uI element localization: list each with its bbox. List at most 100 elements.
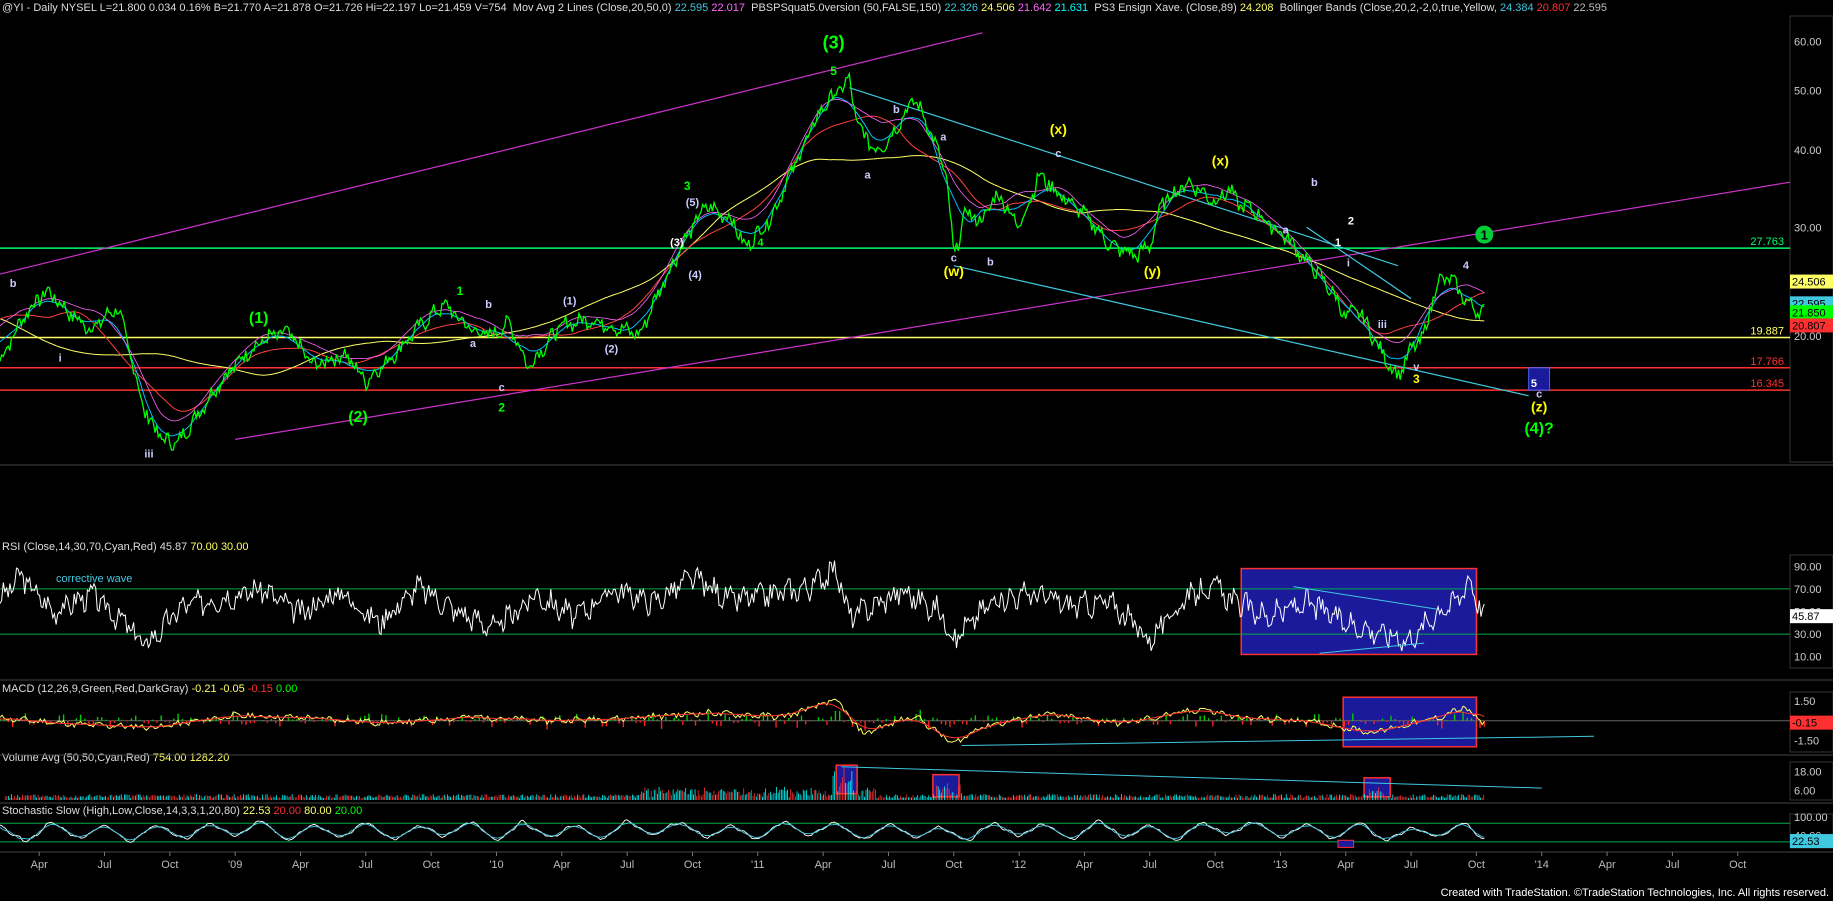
wave-label-1: 5 bbox=[830, 64, 837, 78]
wave-label-8: (2) bbox=[605, 344, 619, 356]
wave-label-11: a bbox=[470, 338, 477, 350]
time-label-10: Oct bbox=[684, 859, 701, 871]
time-label-16: Apr bbox=[1076, 859, 1093, 871]
wave-label-3: (5) bbox=[686, 197, 700, 209]
wave-label-33: i bbox=[1347, 258, 1350, 270]
wave-label-17: i bbox=[59, 352, 62, 364]
ma150-line bbox=[0, 155, 1485, 376]
price-tick-label-0: 60.00 bbox=[1794, 37, 1822, 49]
downtrend-bottom-line bbox=[953, 265, 1529, 397]
time-label-20: Apr bbox=[1337, 859, 1354, 871]
price-line bbox=[0, 71, 1485, 451]
time-label-17: Jul bbox=[1143, 859, 1157, 871]
wave-label-16: b bbox=[10, 278, 17, 290]
time-label-24: Apr bbox=[1599, 859, 1616, 871]
pbs-line bbox=[0, 98, 1485, 422]
rsi-tick-label-4: 10.00 bbox=[1794, 652, 1822, 664]
stochastic-current-label: 22.53 bbox=[1792, 836, 1820, 848]
volume-tick-label-0: 18.00 bbox=[1794, 767, 1822, 779]
price-tick-label-4: 20.00 bbox=[1794, 331, 1822, 343]
rsi-tick-label-0: 90.00 bbox=[1794, 561, 1822, 573]
rsi-current-label: 45.87 bbox=[1792, 611, 1820, 623]
time-label-0: Apr bbox=[31, 859, 48, 871]
time-label-3: '09 bbox=[228, 859, 242, 871]
level-label-2: 17.766 bbox=[1750, 356, 1784, 368]
wave-label-12: c bbox=[499, 382, 505, 394]
price-tick-label-1: 50.00 bbox=[1794, 85, 1822, 97]
macd-current-label: -0.15 bbox=[1792, 718, 1817, 730]
wave-label-40: (z) bbox=[1531, 398, 1547, 414]
wave-label-26: c bbox=[1055, 148, 1061, 160]
wave-label-28: (x) bbox=[1212, 152, 1229, 168]
wave-label-13: 2 bbox=[498, 400, 505, 414]
level-label-3: 16.345 bbox=[1750, 378, 1784, 390]
wave-label-18: iii bbox=[144, 449, 153, 461]
volume-tick-label-1: 6.00 bbox=[1794, 786, 1815, 798]
time-label-13: Jul bbox=[881, 859, 895, 871]
price-tick-label-3: 30.00 bbox=[1794, 222, 1822, 234]
chart-window: @YI - Daily NYSEL L=21.800 0.034 0.16% B… bbox=[0, 0, 1833, 901]
wave-label-9: 1 bbox=[457, 284, 464, 298]
wave-label-31: 1 bbox=[1335, 237, 1341, 249]
chart-canvas: 60.00 50.00 40.00 30.00 20.00 27.763 19.887 17.… bbox=[0, 15, 1833, 871]
wave-label-24: b bbox=[987, 257, 994, 269]
rsi-tick-label-1: 70.00 bbox=[1794, 584, 1822, 596]
wave-label-7: (1) bbox=[563, 295, 577, 307]
time-label-25: Jul bbox=[1665, 859, 1679, 871]
time-label-4: Apr bbox=[292, 859, 309, 871]
time-label-5: Jul bbox=[359, 859, 373, 871]
time-label-7: '10 bbox=[489, 859, 503, 871]
footer-credit: Created with TradeStation. ©TradeStation… bbox=[1440, 887, 1829, 899]
wave-label-23: (w) bbox=[944, 263, 964, 279]
wave-label-4: (3) bbox=[670, 237, 684, 249]
time-label-14: Oct bbox=[945, 859, 962, 871]
ma20-line bbox=[0, 97, 1485, 437]
wave-label-29: b bbox=[1311, 177, 1318, 189]
wave-label-0: (3) bbox=[823, 32, 845, 52]
price-tick-label-2: 40.00 bbox=[1794, 145, 1822, 157]
level-label-1: 19.887 bbox=[1750, 326, 1784, 338]
price-tag-label-0: 24.506 bbox=[1792, 277, 1826, 289]
time-label-23: '14 bbox=[1535, 859, 1549, 871]
wave-label-6: 4 bbox=[757, 237, 764, 249]
rsi-tick-label-3: 30.00 bbox=[1794, 629, 1822, 641]
macd-tick-label-0: 1.50 bbox=[1794, 696, 1815, 708]
wave-label-2: 3 bbox=[684, 179, 691, 193]
wave-label-37: 4 bbox=[1463, 260, 1470, 272]
time-label-8: Apr bbox=[553, 859, 570, 871]
time-label-21: Jul bbox=[1404, 859, 1418, 871]
macd-trendline bbox=[961, 735, 1595, 746]
time-label-12: Apr bbox=[815, 859, 832, 871]
wave-label-5: (4) bbox=[688, 269, 702, 281]
wave-label-27: (y) bbox=[1144, 263, 1161, 279]
wave-label-20: a bbox=[864, 169, 871, 181]
time-label-1: Jul bbox=[97, 859, 111, 871]
time-label-22: Oct bbox=[1468, 859, 1485, 871]
wave-label-21: a bbox=[940, 131, 947, 143]
wave-label-25: (x) bbox=[1050, 121, 1067, 137]
price-axis-area bbox=[1789, 15, 1833, 463]
wave-label-34: iii bbox=[1378, 319, 1387, 331]
time-label-9: Jul bbox=[620, 859, 634, 871]
stochastic-tick-label-0: 100.00 bbox=[1794, 812, 1828, 824]
wave-label-30: a bbox=[1283, 225, 1290, 237]
time-label-11: '11 bbox=[751, 859, 765, 871]
time-label-26: Oct bbox=[1729, 859, 1746, 871]
wave-label-41: (4)? bbox=[1524, 421, 1553, 438]
price-tag-label-3: 20.807 bbox=[1792, 320, 1826, 332]
level-label-0: 27.763 bbox=[1750, 236, 1784, 248]
stochastic-d-line bbox=[0, 822, 1485, 841]
stochastic-highlight-box bbox=[1337, 839, 1355, 848]
lower-channel-line bbox=[235, 181, 1791, 440]
time-label-15: '12 bbox=[1012, 859, 1026, 871]
wave-label-19: b bbox=[893, 104, 900, 116]
time-label-19: '13 bbox=[1273, 859, 1287, 871]
time-label-6: Oct bbox=[423, 859, 440, 871]
macd-tick-label-1: -1.50 bbox=[1794, 735, 1819, 747]
time-label-2: Oct bbox=[161, 859, 178, 871]
rsi-highlight-box-0 bbox=[1240, 567, 1478, 656]
wave-label-14: (1) bbox=[249, 310, 269, 327]
wave-marker-label: 1 bbox=[1481, 228, 1488, 243]
wave-label-32: 2 bbox=[1348, 216, 1354, 228]
wave-label-10: b bbox=[485, 299, 492, 311]
